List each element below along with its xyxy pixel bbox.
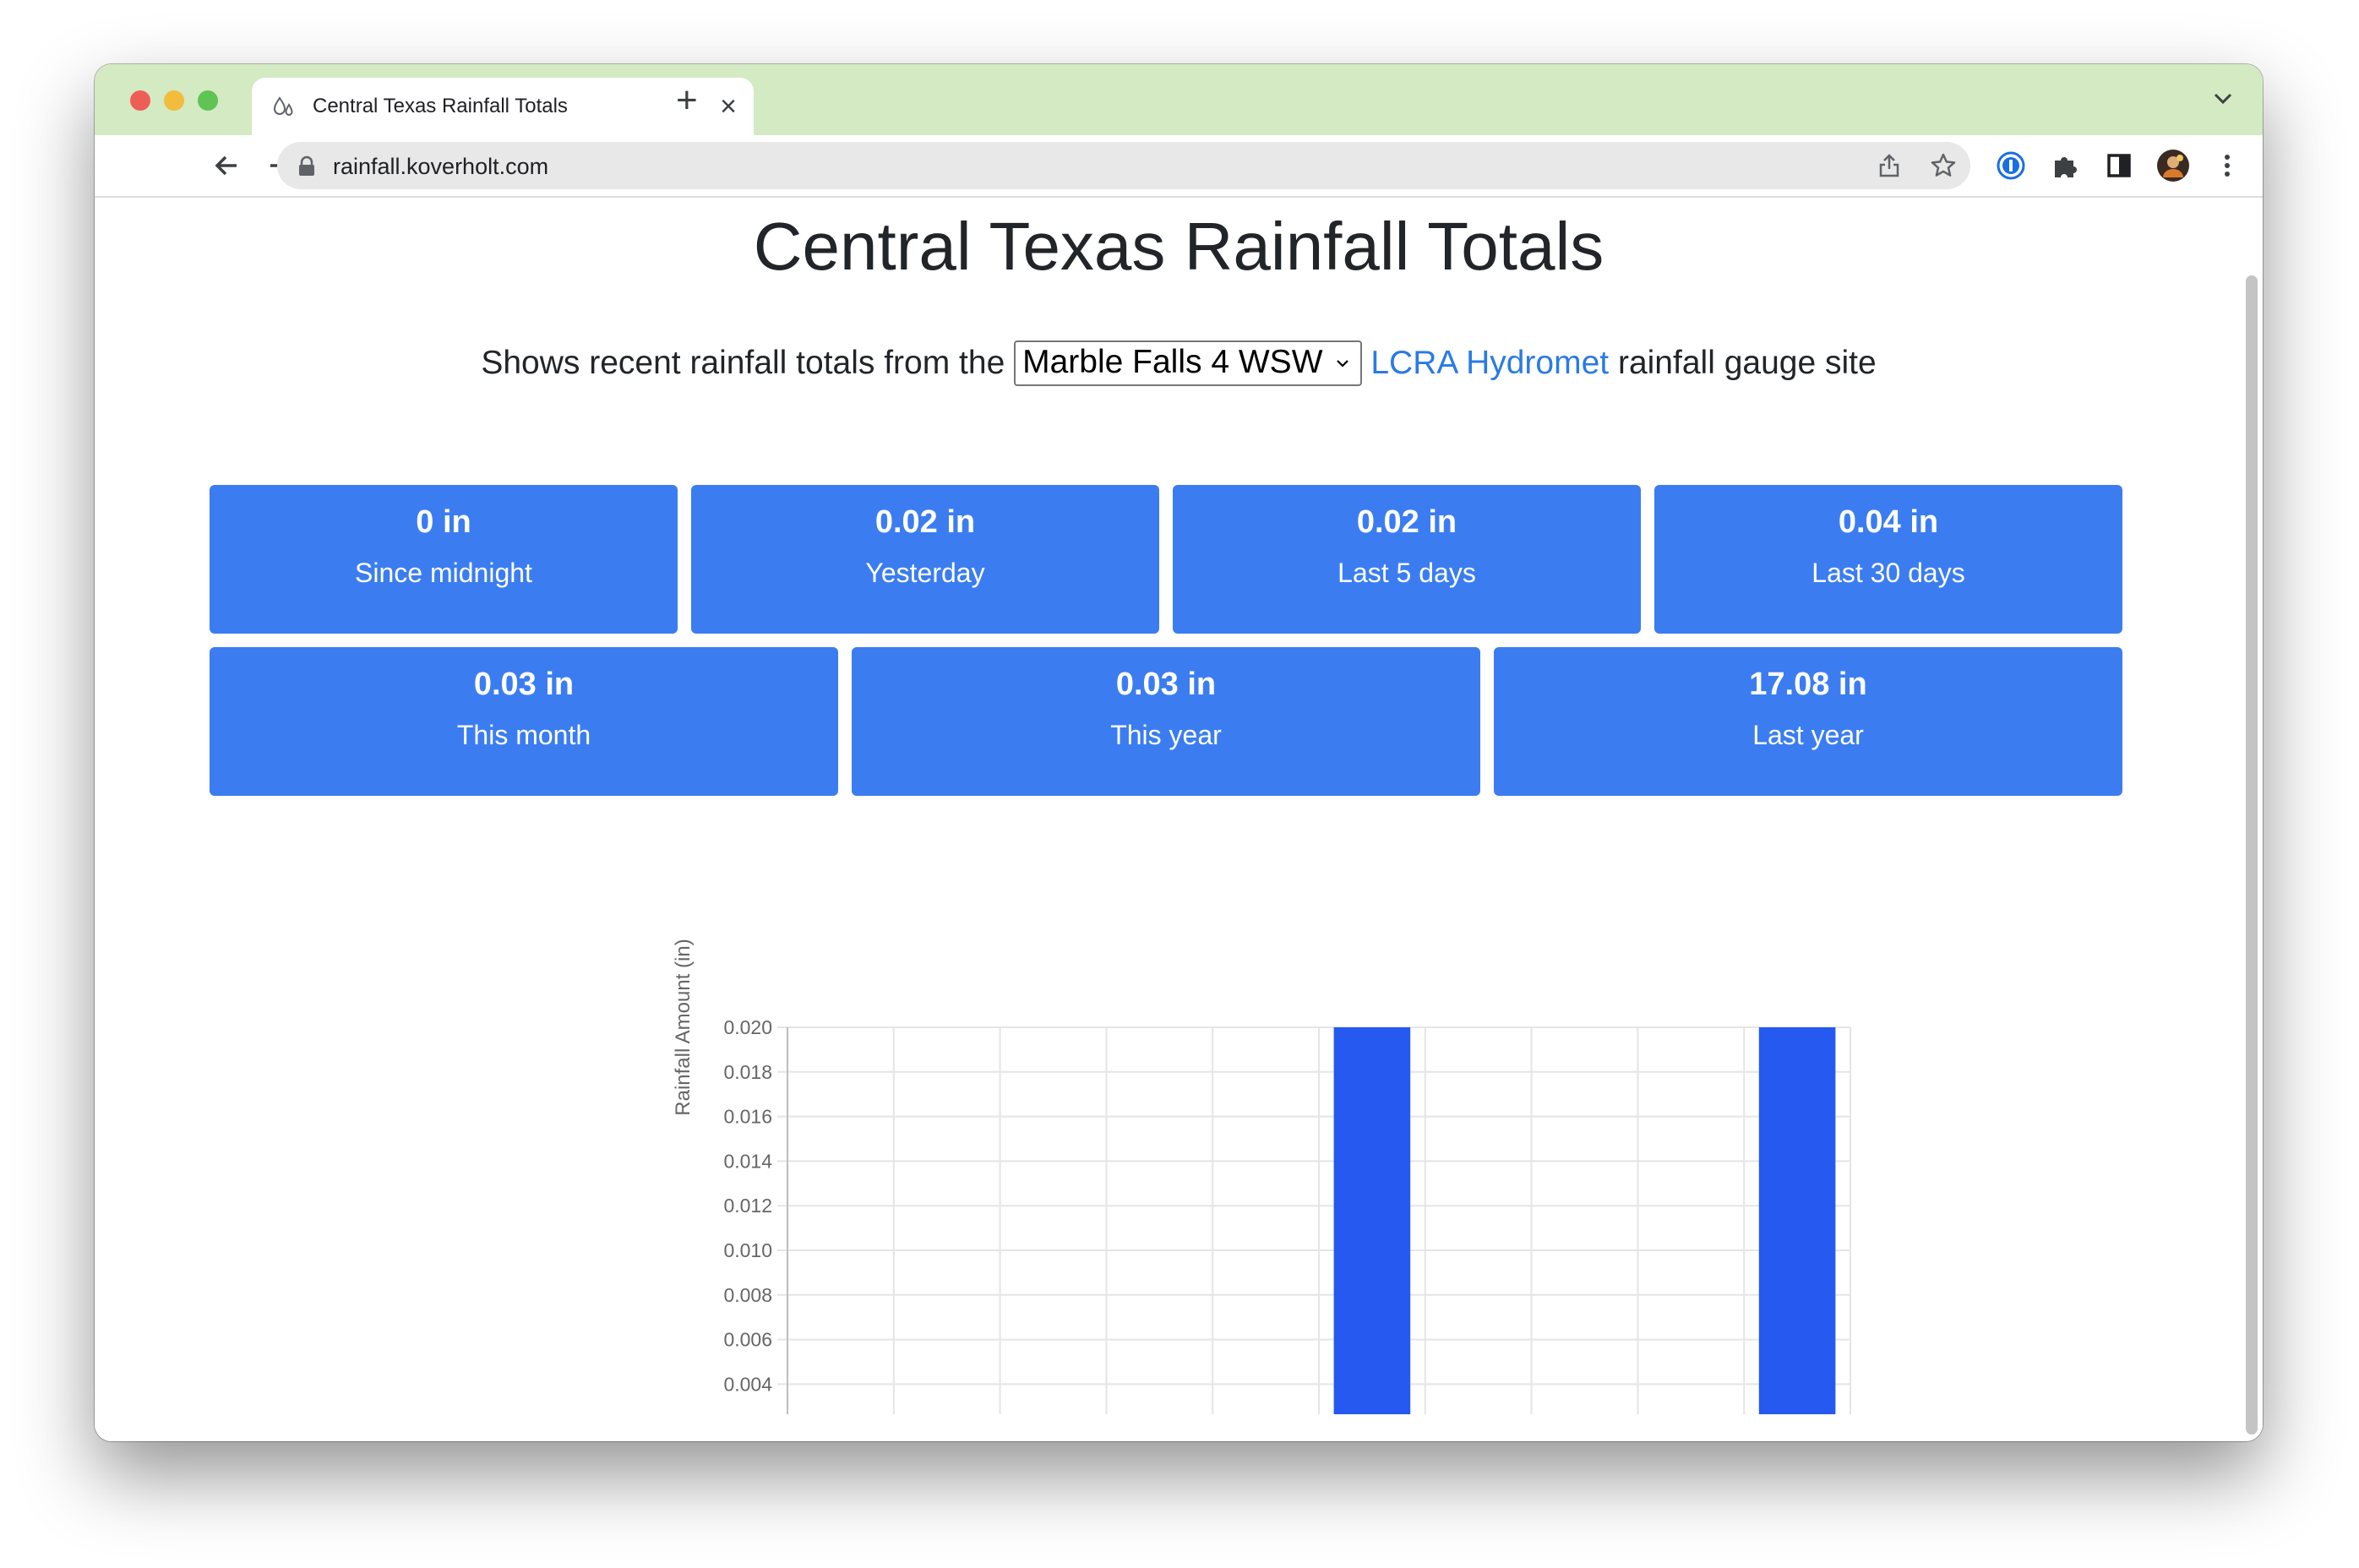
page-title: Central Texas Rainfall Totals (753, 209, 1604, 284)
y-tick-label: 0.016 (723, 1106, 772, 1128)
subtitle-prefix: Shows recent rainfall totals from the (481, 345, 1005, 381)
tab-title: Central Texas Rainfall Totals (313, 95, 568, 117)
url-text: rainfall.koverholt.com (333, 154, 549, 179)
site-select[interactable]: Marble Falls 4 WSW (1014, 340, 1362, 386)
card-amount: 0.04 in (1838, 504, 1939, 540)
1password-icon[interactable] (1994, 149, 2028, 182)
minimize-window-button[interactable] (164, 90, 184, 111)
y-tick-label: 0.014 (723, 1150, 772, 1172)
close-window-button[interactable] (130, 90, 150, 111)
card-this-month: 0.03 in This month (210, 647, 838, 796)
arrow-left-icon[interactable] (210, 149, 243, 182)
y-tick-label: 0.006 (723, 1329, 772, 1351)
card-label: Last 5 days (1337, 558, 1476, 588)
zoom-window-button[interactable] (198, 90, 218, 111)
y-tick-label: 0.020 (723, 1016, 772, 1038)
card-amount: 0 in (416, 504, 471, 540)
card-this-year: 0.03 in This year (852, 647, 1480, 796)
puzzle-icon[interactable] (2048, 149, 2082, 182)
share-icon[interactable] (1876, 152, 1903, 179)
chevron-down-icon (1336, 360, 1348, 368)
page-scrollbar[interactable] (2246, 275, 2258, 1435)
y-tick-label: 0.010 (723, 1239, 772, 1261)
browser-window: Central Texas Rainfall Totals × + rainfa… (95, 64, 2263, 1441)
lcra-hydromet-link[interactable]: LCRA Hydromet (1370, 345, 1609, 381)
page-content: Central Texas Rainfall Totals Shows rece… (95, 198, 2263, 1441)
lock-icon[interactable] (297, 155, 316, 177)
card-last-year: 17.08 in Last year (1494, 647, 2122, 796)
rainfall-bar-chart: 00.0020.0040.0060.0080.0100.0120.0140.01… (672, 939, 1851, 1414)
card-amount: 0.03 in (473, 667, 575, 702)
y-axis-title: Rainfall Amount (in) (672, 939, 695, 1115)
card-label: This year (1110, 720, 1222, 750)
star-icon[interactable] (1930, 152, 1957, 179)
card-label: This month (456, 720, 591, 750)
card-label: Since midnight (355, 558, 532, 588)
address-bar[interactable]: rainfall.koverholt.com (277, 142, 1970, 189)
side-panel-icon[interactable] (2102, 149, 2136, 182)
card-label: Last 30 days (1811, 558, 1965, 588)
kebab-menu-icon[interactable] (2210, 149, 2244, 182)
card-label: Last year (1752, 720, 1864, 750)
y-tick-label: 0.004 (723, 1373, 772, 1395)
avatar[interactable] (2156, 149, 2190, 182)
bar (1758, 1027, 1836, 1414)
browser-toolbar: rainfall.koverholt.com (95, 135, 2263, 198)
card-amount: 0.02 in (1356, 504, 1457, 540)
chart-ticks: 00.0020.0040.0060.0080.0100.0120.0140.01… (723, 1016, 772, 1395)
y-tick-label: 0.018 (723, 1061, 772, 1083)
chevron-down-icon[interactable] (2210, 83, 2236, 113)
card-amount: 0.02 in (874, 504, 976, 540)
close-icon[interactable]: × (720, 90, 737, 123)
card-amount: 17.08 in (1749, 667, 1867, 702)
card-label: Yesterday (865, 558, 985, 588)
card-since-midnight: 0 in Since midnight (210, 485, 678, 634)
raindrops-icon (273, 96, 293, 116)
y-tick-label: 0.008 (723, 1284, 772, 1306)
card-last-30-days: 0.04 in Last 30 days (1654, 485, 2122, 634)
chart-grid (777, 1026, 1851, 1414)
subtitle-suffix: rainfall gauge site (1617, 345, 1877, 381)
chart-bars (1333, 1027, 1836, 1414)
tab-strip: Central Texas Rainfall Totals × + (95, 64, 2263, 135)
site-select-value: Marble Falls 4 WSW (1022, 343, 1323, 380)
card-yesterday: 0.02 in Yesterday (691, 485, 1159, 634)
card-amount: 0.03 in (1115, 667, 1217, 702)
card-last-5-days: 0.02 in Last 5 days (1173, 485, 1641, 634)
subtitle: Shows recent rainfall totals from the Ma… (95, 340, 2263, 388)
y-tick-label: 0.012 (723, 1195, 772, 1217)
bar (1333, 1027, 1411, 1414)
plus-icon[interactable]: + (676, 79, 698, 122)
